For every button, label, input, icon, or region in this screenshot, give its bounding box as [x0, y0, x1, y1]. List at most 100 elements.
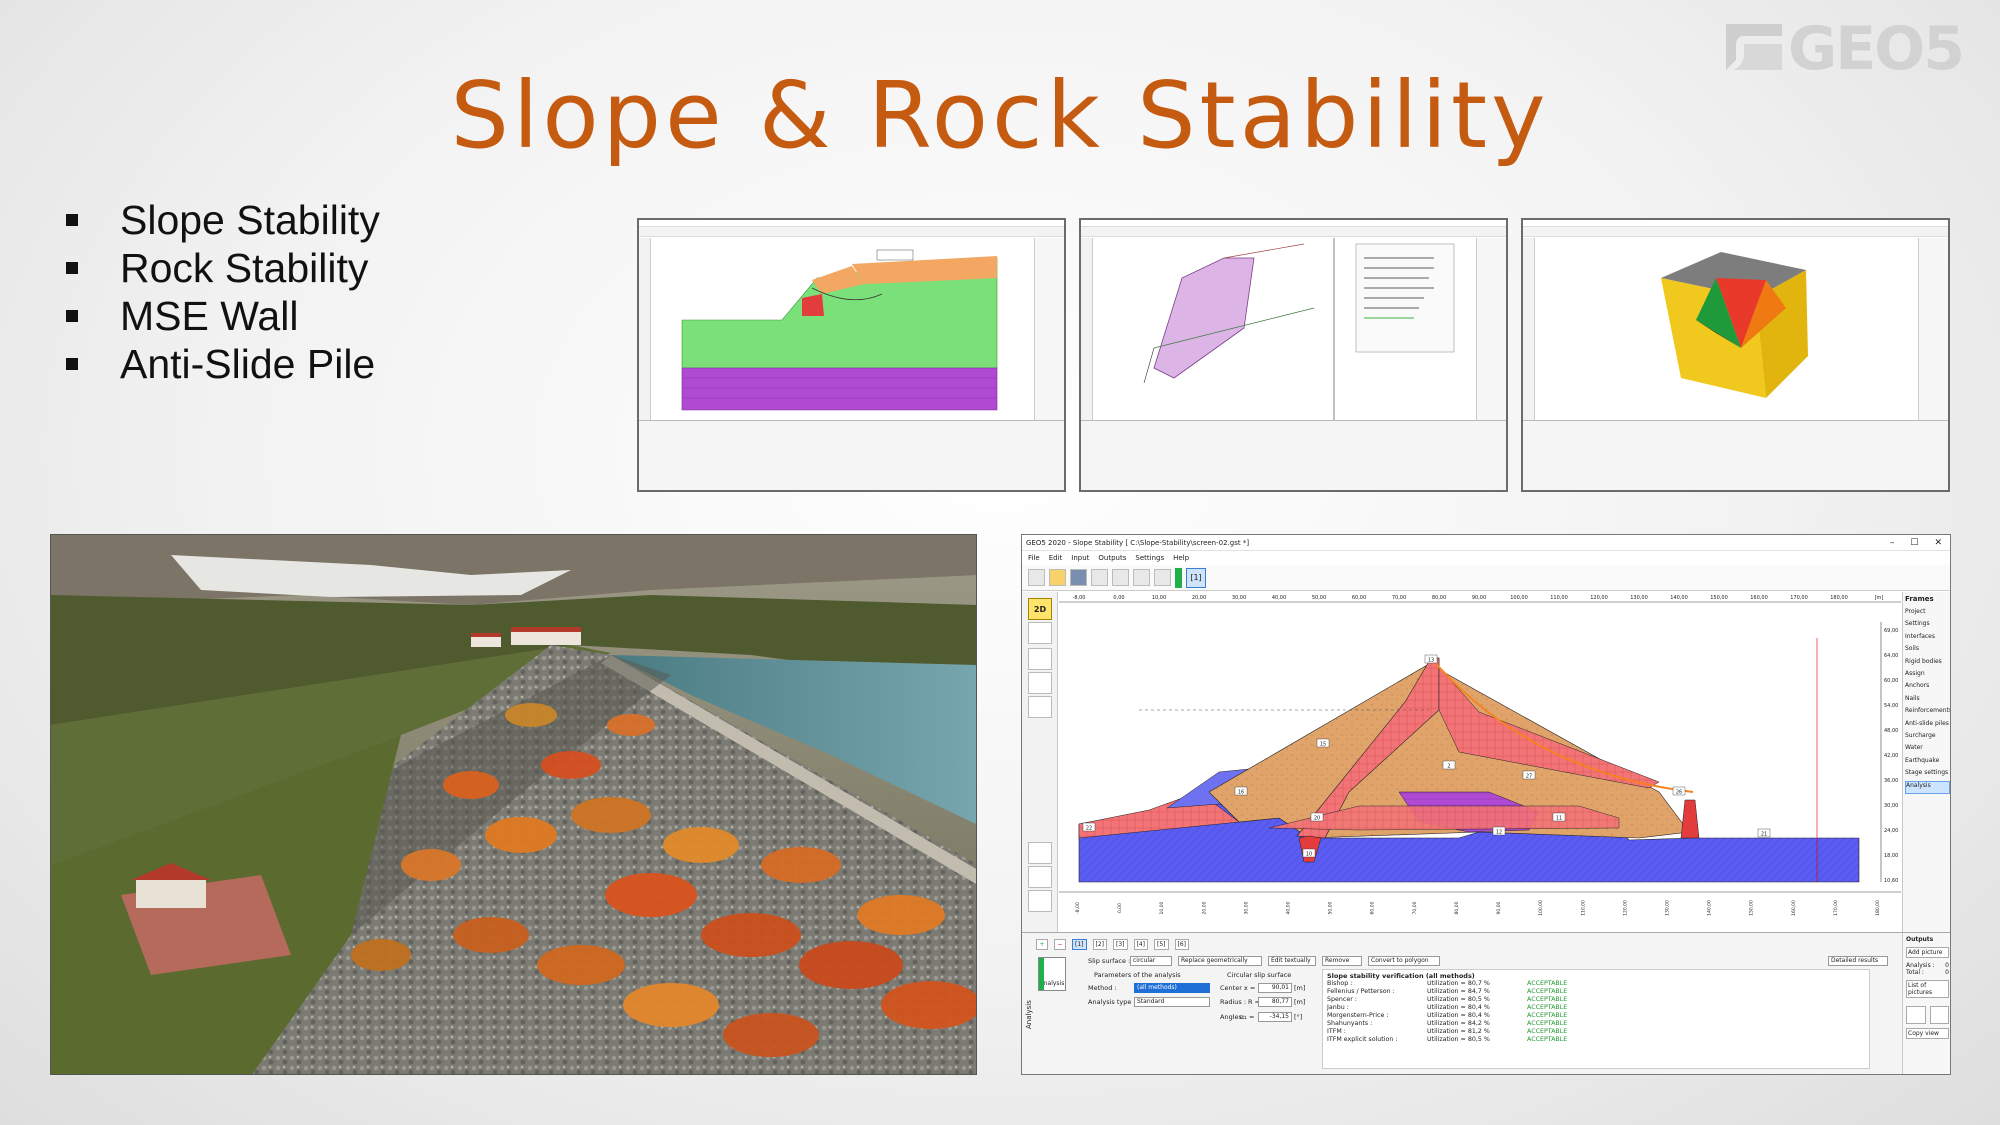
maximize-icon[interactable]: ☐ [1910, 538, 1918, 548]
frame-soils[interactable]: Soils [1905, 645, 1950, 657]
slip-surface-select[interactable]: circular [1130, 956, 1172, 966]
new-file-icon[interactable] [1028, 569, 1045, 586]
results-box: Slope stability verification (all method… [1322, 969, 1870, 1069]
run-analysis-button[interactable]: Analysis [1038, 957, 1066, 991]
view-2d-button[interactable]: 2D [1028, 598, 1052, 620]
titlebar [1081, 220, 1506, 227]
frame-settings[interactable]: Settings [1905, 620, 1950, 632]
copy-view-button[interactable]: Copy view [1906, 1028, 1949, 1039]
left-toolbar [639, 238, 651, 420]
menu-settings[interactable]: Settings [1135, 554, 1164, 562]
zoom-extents-icon[interactable] [1028, 696, 1052, 718]
center-x-input[interactable]: 90,01 [1258, 983, 1292, 993]
result-method: ITFM : [1327, 1028, 1346, 1035]
edit-textually-button[interactable]: Edit textually [1268, 956, 1316, 966]
geo5-main-window: GEO5 2020 - Slope Stability [ C:\Slope-S… [1021, 534, 1951, 1075]
ruler-bottom-label: 0,00 [1117, 903, 1123, 913]
add-picture-button[interactable]: Add picture [1906, 947, 1949, 958]
frame-rigid-bodies[interactable]: Rigid bodies [1905, 658, 1950, 670]
frame-analysis[interactable]: Analysis [1905, 781, 1950, 794]
ruler-top-label: 50,00 [1312, 595, 1326, 601]
menu-edit[interactable]: Edit [1049, 554, 1063, 562]
ruler-bottom-label: 20,00 [1201, 901, 1207, 914]
analysis-tab-1[interactable]: [1] [1072, 939, 1087, 950]
left-toolbar [1081, 238, 1093, 420]
radius-input[interactable]: 80,77 [1258, 997, 1292, 1007]
menu-file[interactable]: File [1028, 554, 1040, 562]
region-label: 12 [1496, 830, 1502, 836]
frame-nails[interactable]: Nails [1905, 695, 1950, 707]
analysis-tab-6[interactable]: [6] [1174, 939, 1189, 950]
analysis-tab-5[interactable]: [5] [1154, 939, 1169, 950]
menu-input[interactable]: Input [1071, 554, 1089, 562]
remove-button[interactable]: Remove [1322, 956, 1362, 966]
region-label: 16 [1238, 790, 1244, 796]
frame-anchors[interactable]: Anchors [1905, 682, 1950, 694]
analysis-type-select[interactable]: Standard [1134, 997, 1210, 1007]
window-title: GEO5 2020 - Slope Stability [ C:\Slope-S… [1026, 538, 1250, 547]
undo-icon[interactable] [1091, 569, 1108, 586]
close-icon[interactable]: ✕ [1934, 538, 1942, 548]
open-folder-icon[interactable] [1049, 569, 1066, 586]
result-utilization: Utilization = 84,2 % [1427, 1020, 1490, 1027]
ruler-right-label: 60,00 [1884, 678, 1898, 684]
replace-geometrically-button[interactable]: Replace geometrically [1178, 956, 1262, 966]
analysis-tab-2[interactable]: [2] [1092, 939, 1107, 950]
add-analysis-button[interactable]: + [1036, 939, 1048, 950]
frame-earthquake[interactable]: Earthquake [1905, 757, 1950, 769]
circular-slip-group-label: Circular slip surface [1227, 971, 1292, 979]
ruler-right-label: 18,00 [1884, 853, 1898, 859]
total-count: 0 [1945, 969, 1949, 976]
convert-to-polygon-button[interactable]: Convert to polygon [1368, 956, 1440, 966]
ruler-top-label: 100,00 [1510, 595, 1528, 601]
analysis-tab-3[interactable]: [3] [1113, 939, 1128, 950]
frame-stage-settings[interactable]: Stage settings [1905, 769, 1950, 781]
layers-icon[interactable] [1028, 866, 1052, 888]
save-icon[interactable] [1070, 569, 1087, 586]
total-count-label: Total : [1906, 969, 1924, 976]
gear-icon[interactable] [1028, 890, 1052, 912]
redo-icon[interactable] [1112, 569, 1129, 586]
bullet-marker [66, 214, 78, 226]
frame-assign[interactable]: Assign [1905, 670, 1950, 682]
print-settings-icon[interactable] [1929, 1006, 1949, 1024]
bullet-marker [66, 262, 78, 274]
menu-outputs[interactable]: Outputs [1098, 554, 1126, 562]
frame-anti-slide-piles[interactable]: Anti-slide piles [1905, 720, 1950, 732]
template-icon[interactable] [1133, 569, 1150, 586]
unit-m: [m] [1294, 984, 1306, 992]
ruler-bottom-label: 80,00 [1454, 901, 1460, 914]
ruler-top: -8,00 0,00 10,00 20,00 30,00 40,00 50,00 60,00 7… [1059, 595, 1901, 603]
outputs-header: Outputs [1906, 936, 1934, 943]
menu-help[interactable]: Help [1173, 554, 1189, 562]
ruler-top-label: 40,00 [1272, 595, 1286, 601]
window-titlebar: GEO5 2020 - Slope Stability [ C:\Slope-S… [1022, 535, 1950, 551]
rock-block-3d-drawing [1536, 238, 1921, 422]
print-icon[interactable] [1906, 1006, 1926, 1024]
remove-analysis-button[interactable]: − [1054, 939, 1066, 950]
drawing-canvas[interactable]: -8,00 0,00 10,00 20,00 30,00 40,00 50,00 60,00 7… [1059, 592, 1901, 932]
frame-surcharge[interactable]: Surcharge [1905, 732, 1950, 744]
method-select[interactable]: (all methods) [1134, 983, 1210, 993]
stage-button[interactable]: [1] [1186, 567, 1206, 588]
ruler-top-label: 10,00 [1152, 595, 1166, 601]
move-icon[interactable] [1028, 648, 1052, 670]
frame-interfaces[interactable]: Interfaces [1905, 633, 1950, 645]
dam-photo-illustration [51, 535, 976, 1074]
detailed-results-button[interactable]: Detailed results [1828, 956, 1888, 966]
ruler-bottom-label: 110,00 [1580, 900, 1586, 916]
analysis-tabs: + − [1] [2] [3] [4] [5] [6] [1036, 939, 1189, 950]
copy-icon[interactable] [1154, 569, 1171, 586]
frames-panel: Frames Project Settings Interfaces Soils… [1902, 592, 1950, 932]
table-icon[interactable] [1028, 842, 1052, 864]
alpha1-input[interactable]: -34,15 [1258, 1012, 1292, 1022]
list-of-pictures-button[interactable]: List of pictures [1906, 980, 1949, 998]
view-3d-icon[interactable] [1028, 622, 1052, 644]
frame-water[interactable]: Water [1905, 744, 1950, 756]
frame-project[interactable]: Project [1905, 608, 1950, 620]
zoom-icon[interactable] [1028, 672, 1052, 694]
analysis-tab-4[interactable]: [4] [1133, 939, 1148, 950]
minimize-icon[interactable]: – [1890, 538, 1895, 548]
frame-reinforcements[interactable]: Reinforcements [1905, 707, 1950, 719]
bullet-text: MSE Wall [120, 292, 299, 339]
